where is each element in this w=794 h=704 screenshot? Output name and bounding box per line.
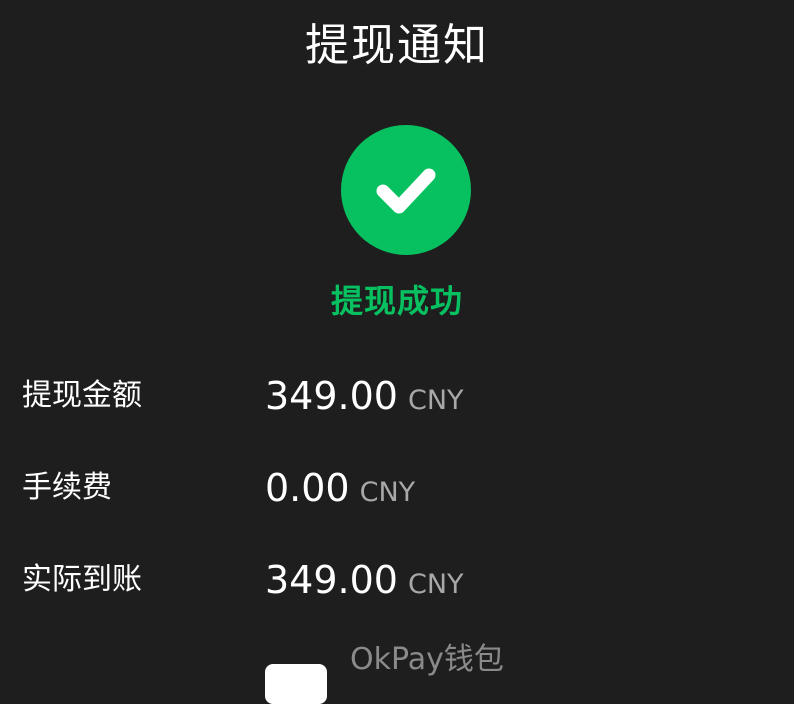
amount-value: 349.00 (265, 558, 398, 602)
wallet-row: OkPay钱包 (0, 640, 794, 704)
page-title: 提现通知 (305, 20, 489, 71)
currency-label: CNY (359, 477, 416, 508)
detail-row-withdraw-amount: 提现金额 349.00 CNY (0, 366, 794, 426)
detail-value: 349.00 CNY (265, 550, 464, 618)
status-text: 提现成功 (330, 282, 463, 320)
amount-value: 349.00 (265, 374, 398, 418)
detail-row-received: 实际到账 349.00 CNY (0, 550, 794, 610)
currency-label: CNY (407, 569, 464, 600)
amount-value: 0.00 (265, 466, 350, 510)
detail-label: 提现金额 (22, 378, 142, 413)
detail-label: 手续费 (22, 470, 112, 505)
checkmark-icon (376, 168, 436, 214)
currency-label: CNY (407, 385, 464, 416)
wallet-name: OkPay钱包 (350, 642, 504, 677)
detail-value: 349.00 CNY (265, 366, 464, 434)
check-circle-icon (341, 125, 471, 255)
detail-label: 实际到账 (22, 562, 142, 597)
detail-value: 0.00 CNY (265, 458, 415, 526)
detail-row-fee: 手续费 0.00 CNY (0, 458, 794, 518)
wallet-logo-icon (265, 664, 327, 704)
